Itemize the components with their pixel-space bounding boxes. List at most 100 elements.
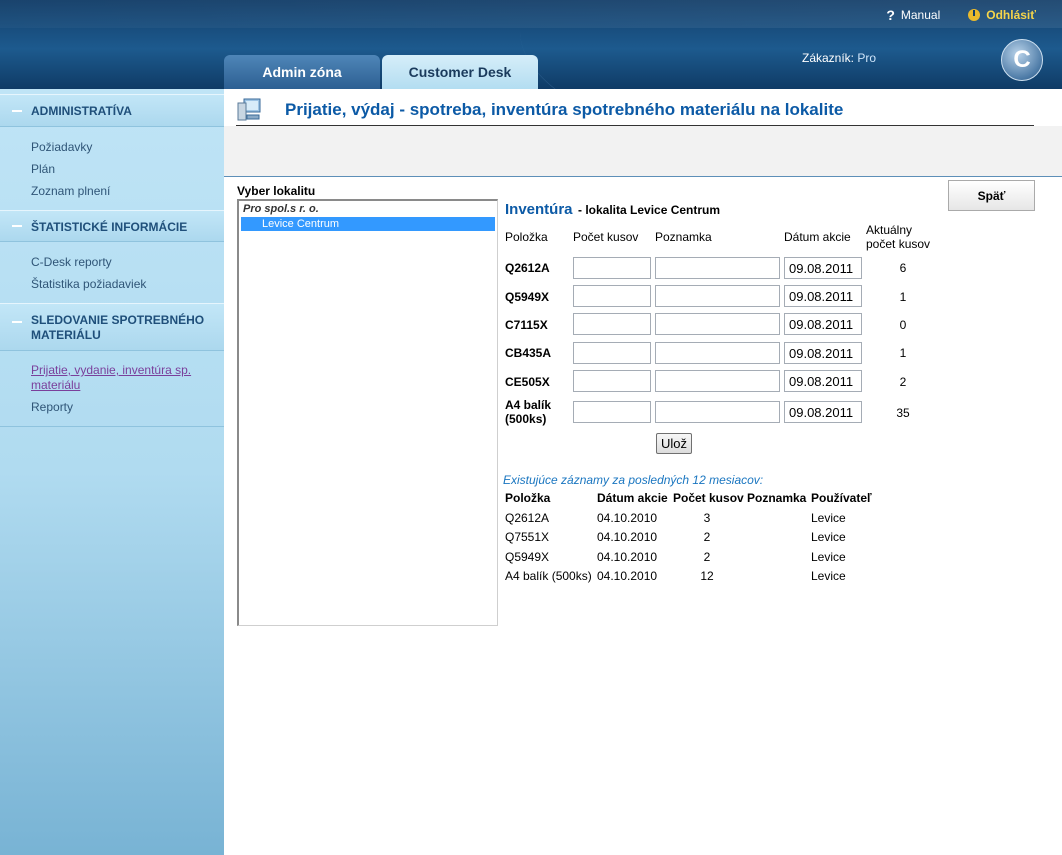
history-cell-count: 2 [703,530,711,544]
top-nav: ? Manual Odhlásiť [886,7,1036,23]
note-input[interactable] [655,401,780,423]
history-col-item: Položka [505,491,551,505]
save-button[interactable]: Ulož [656,433,692,454]
note-input[interactable] [655,257,780,279]
item-code: Q5949X [505,290,550,304]
sidebar-section-sledovanie[interactable]: SLEDOVANIE SPOTREBNÉHO MATERIÁLU [0,303,224,351]
sidebar-section-title: ŠTATISTICKÉ INFORMÁCIE [31,220,188,234]
computer-icon [237,98,261,121]
item-code-line2: (500ks) [505,412,547,426]
col-header-actual: Aktuálny počet kusov [866,223,930,251]
location-tree[interactable]: Pro spol.s r. o. Levice Centrum [237,199,498,626]
actual-qty: 35 [896,406,910,420]
col-header-note: Poznamka [655,230,712,244]
history-col-count: Počet kusov [673,491,744,505]
date-input[interactable] [784,257,862,279]
history-col-user: Používateľ [811,491,872,505]
company-logo-icon: C [1001,39,1043,81]
actual-qty: 1 [899,290,907,304]
item-code: C7115X [505,318,548,332]
sidebar-divider [0,426,224,427]
collapse-dash-icon [12,109,22,112]
history-cell-item: Q2612A [505,511,550,525]
history-cell-item: Q7551X [505,530,550,544]
date-input[interactable] [784,342,862,364]
sidebar-item-label-line2: materiálu [31,378,81,392]
history-col-note: Poznamka [747,491,807,505]
count-input[interactable] [573,370,651,392]
customer-info: Zákazník: Pro [802,51,876,65]
power-icon [968,9,981,21]
inventory-title: Inventúra [505,201,573,218]
history-cell-user: Levice [811,511,846,525]
count-input[interactable] [573,285,651,307]
count-input[interactable] [573,401,651,423]
tree-node-selected[interactable]: Levice Centrum [241,217,495,231]
sidebar-item-statistika[interactable]: Štatistika požiadaviek [31,277,146,291]
history-title: Existujúce záznamy za posledných 12 mesi… [503,473,764,487]
date-input[interactable] [784,285,862,307]
inventory-subtitle: - lokalita Levice Centrum [578,203,721,217]
actual-qty: 0 [899,318,907,332]
col-header-count: Počet kusov [573,230,639,244]
sidebar [0,89,224,855]
history-cell-date: 04.10.2010 [597,569,658,583]
col-header-item: Položka [505,230,548,244]
customer-label: Zákazník: [802,51,855,65]
sidebar-item-cdesk-reporty[interactable]: C-Desk reporty [31,255,112,269]
note-input[interactable] [655,342,780,364]
item-code-line1: A4 balík [505,398,552,412]
col-header-date: Dátum akcie [784,230,851,244]
note-input[interactable] [655,313,780,335]
help-icon: ? [886,7,895,23]
count-input[interactable] [573,342,651,364]
date-input[interactable] [784,370,862,392]
actual-qty: 1 [899,346,907,360]
location-label: Vyber lokalitu [237,184,316,198]
actual-qty: 2 [899,375,907,389]
sidebar-item-poziadavky[interactable]: Požiadavky [31,140,92,154]
note-input[interactable] [655,285,780,307]
item-code: CE505X [505,375,550,389]
date-input[interactable] [784,313,862,335]
history-cell-count: 3 [703,511,711,525]
count-input[interactable] [573,313,651,335]
count-input[interactable] [573,257,651,279]
history-cell-count: 2 [703,550,711,564]
tab-customer-desk[interactable]: Customer Desk [382,55,538,89]
item-code: Q2612A [505,261,550,275]
sidebar-item-plan[interactable]: Plán [31,162,55,176]
sidebar-section-title: ADMINISTRATÍVA [31,104,132,118]
history-cell-count: 12 [700,569,714,583]
sidebar-item-label-line1: Prijatie, vydanie, inventúra sp. [31,363,192,377]
sidebar-item-zoznam-plneni[interactable]: Zoznam plnení [31,184,110,198]
date-input[interactable] [784,401,862,423]
item-code: A4 balík (500ks) [505,398,551,426]
toolbar-band [224,126,1062,177]
history-cell-user: Levice [811,569,846,583]
history-cell-user: Levice [811,550,846,564]
back-button[interactable]: Späť [948,180,1035,211]
history-cell-item: Q5949X [505,550,550,564]
col-header-actual-line2: počet kusov [866,237,931,251]
history-cell-date: 04.10.2010 [597,530,658,544]
sidebar-item-reporty[interactable]: Reporty [31,400,73,414]
col-header-actual-line1: Aktuálny [866,223,913,237]
history-cell-date: 04.10.2010 [597,550,658,564]
sidebar-section-administrativa[interactable]: ADMINISTRATÍVA [0,94,224,127]
note-input[interactable] [655,370,780,392]
sidebar-section-title-line1: SLEDOVANIE SPOTREBNÉHO [31,313,205,327]
sidebar-section-statisticke[interactable]: ŠTATISTICKÉ INFORMÁCIE [0,210,224,242]
tab-admin-zone[interactable]: Admin zóna [224,55,380,89]
manual-label: Manual [900,8,941,22]
history-cell-item: A4 balík (500ks) [505,569,592,583]
manual-link[interactable]: ? Manual [886,7,940,23]
history-cell-date: 04.10.2010 [597,511,658,525]
sidebar-item-prijatie-active[interactable]: Prijatie, vydanie, inventúra sp. materiá… [31,363,191,393]
collapse-dash-icon [12,321,22,323]
logout-link[interactable]: Odhlásiť [968,8,1036,22]
sidebar-section-title-line2: MATERIÁLU [31,328,101,342]
history-cell-user: Levice [811,530,846,544]
logout-label: Odhlásiť [986,8,1036,22]
tree-node-org[interactable]: Pro spol.s r. o. [243,203,319,215]
